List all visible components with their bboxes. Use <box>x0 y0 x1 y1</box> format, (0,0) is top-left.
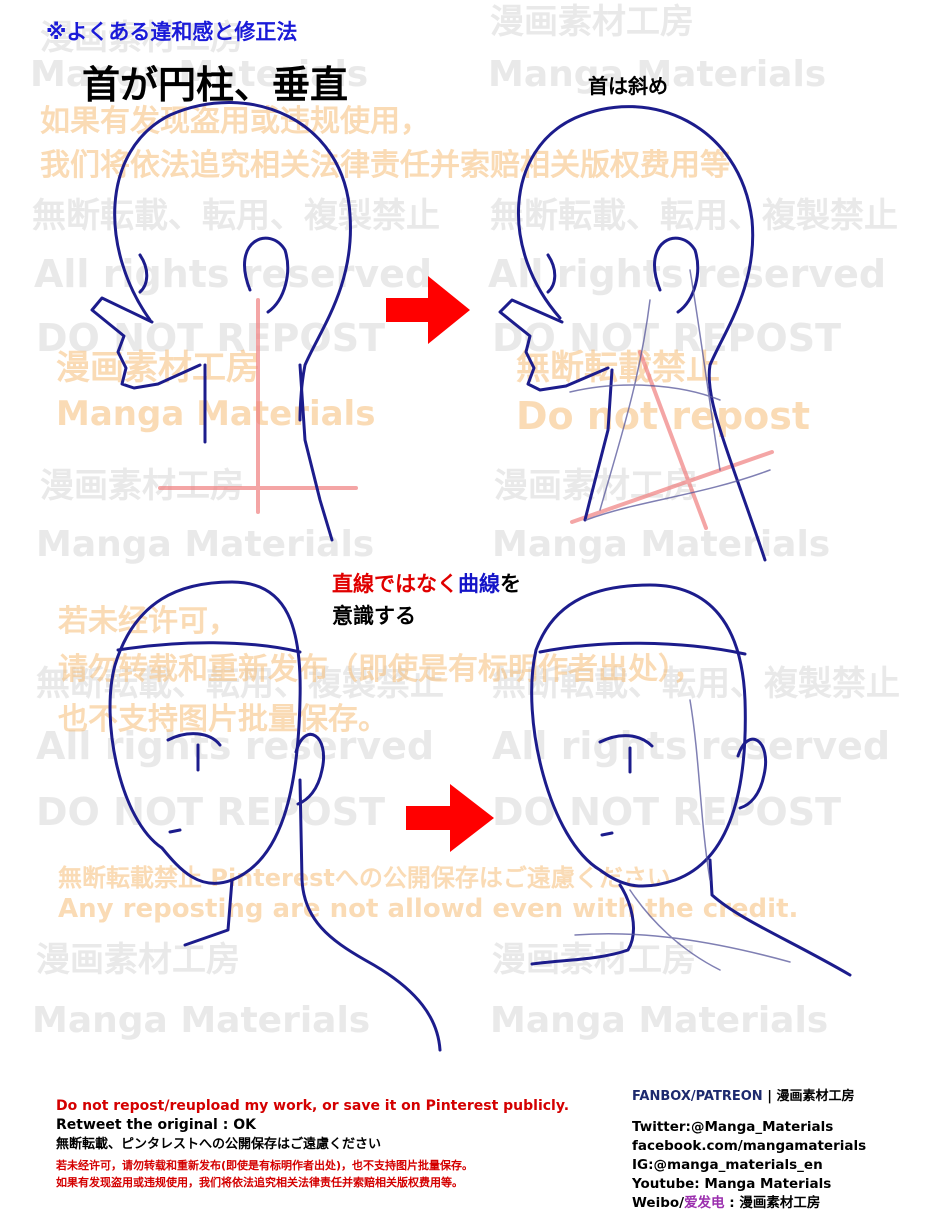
youtube-link[interactable]: Youtube: Manga Materials <box>632 1175 866 1194</box>
sternocleidomastoid-line <box>689 269 721 471</box>
eye <box>546 253 557 294</box>
curve-note-blue: 曲線 <box>458 572 500 596</box>
footer-social: FANBOX/PATREON | 漫画素材工房 Twitter:@Manga_M… <box>632 1086 866 1213</box>
eyebrow <box>598 734 654 748</box>
skull-outline <box>113 100 352 422</box>
instagram-link[interactable]: IG:@manga_materials_en <box>632 1156 866 1175</box>
neck-front-line <box>183 878 234 947</box>
sternocleidomastoid-line <box>629 889 721 971</box>
shoulder-guide-line <box>570 450 774 524</box>
curve-note: 直線ではなく曲線を 意識する <box>332 568 521 632</box>
subtitle: ※よくある違和感と修正法 <box>46 20 298 44</box>
weibo-prefix[interactable]: Weibo/ <box>632 1195 684 1211</box>
skull-outline <box>516 105 767 562</box>
fanbox-patreon-line: FANBOX/PATREON | 漫画素材工房 <box>632 1086 866 1108</box>
eyebrow <box>166 732 222 747</box>
face-outline <box>530 583 747 888</box>
footer-cn-notice: 如果有发现盗用或违规使用，我们将依法追究相关法律责任并索赔相关版权费用等。 <box>56 1176 463 1189</box>
head-profile-slanted <box>498 105 767 562</box>
right-arrow-icon <box>406 784 494 852</box>
curve-note-red: 直線ではなく <box>332 572 458 596</box>
weibo-suffix: : 漫画素材工房 <box>724 1195 821 1211</box>
shoulder-line <box>708 858 852 977</box>
footer-warning-en: Do not repost/reupload my work, or save … <box>56 1098 570 1114</box>
curve-note-line-2: 意識する <box>332 604 416 628</box>
weibo-line: Weibo/爱发电 : 漫画素材工房 <box>632 1194 866 1213</box>
head-front-slanted <box>530 583 852 977</box>
footer-jp-notice: 無断転載、ピンタレストへの公開保存はご遠慮ください <box>56 1137 382 1152</box>
slanted-neck-label: 首は斜め <box>588 74 668 98</box>
collarbone-line <box>574 933 791 963</box>
curve-note-line-1: 直線ではなく曲線を <box>332 568 521 600</box>
curve-note-end: を <box>500 572 521 596</box>
right-arrow-icon <box>386 276 470 344</box>
mouth <box>168 828 182 834</box>
separator: | <box>762 1089 777 1104</box>
footer-notice: Do not repost/reupload my work, or save … <box>56 1096 569 1191</box>
neck-back-line <box>298 363 334 542</box>
head-profile-cylinder <box>90 100 352 542</box>
footer-cn-notice: 若未经许可，请勿转载和重新发布(即使是有标明作者出处)，也不支持图片批量保存。 <box>56 1159 474 1172</box>
twitter-link[interactable]: Twitter:@Manga_Materials <box>632 1118 866 1137</box>
weibo-name[interactable]: 爱发电 <box>684 1195 725 1211</box>
mouth <box>600 831 614 837</box>
head-front-cylinder <box>108 580 442 1052</box>
neck-left-line <box>530 883 635 966</box>
jaw-side-line <box>689 699 711 881</box>
cranial-guide-line <box>538 641 747 656</box>
face-profile <box>498 298 610 392</box>
throat-line <box>599 299 651 511</box>
fanbox-patreon-link[interactable]: FANBOX/PATREON <box>632 1089 763 1104</box>
neck-front-line <box>583 368 614 522</box>
jaw-shadow-line <box>569 384 721 401</box>
footer-retweet: Retweet the original : OK <box>56 1117 256 1133</box>
neck-muscle-lines <box>569 269 771 521</box>
cranial-guide-line <box>116 641 302 654</box>
page-title: 首が円柱、垂直 <box>82 62 349 107</box>
ear <box>243 236 290 314</box>
guide-lines <box>158 298 774 530</box>
fanbox-name: 漫画素材工房 <box>776 1089 855 1104</box>
eye <box>138 253 149 294</box>
face-outline <box>108 580 302 885</box>
facebook-link[interactable]: facebook.com/mangamaterials <box>632 1137 866 1156</box>
